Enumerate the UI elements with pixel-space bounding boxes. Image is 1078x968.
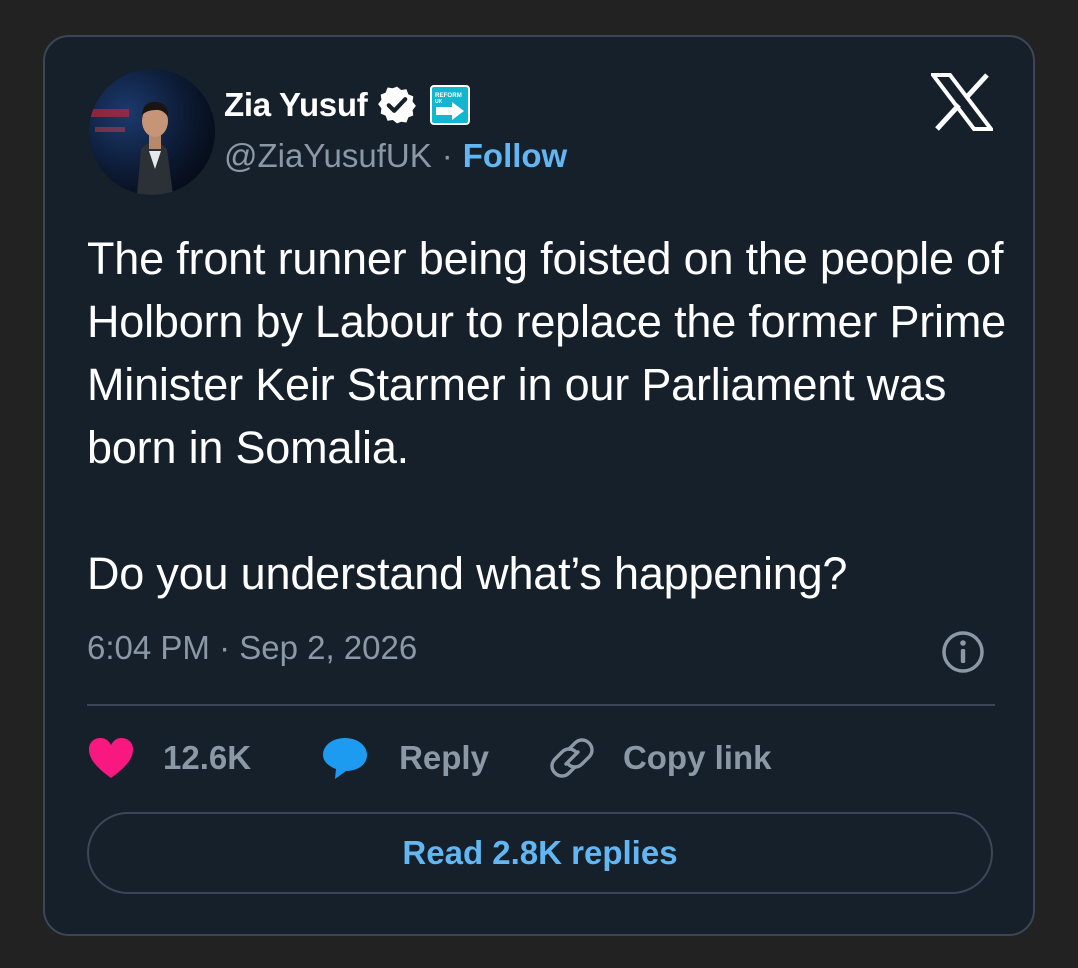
- author-name[interactable]: Zia Yusuf: [224, 86, 368, 124]
- reform-uk-badge-icon[interactable]: REFORM UK: [430, 85, 471, 125]
- author-name-row: Zia Yusuf REFORM UK: [224, 81, 471, 129]
- like-button[interactable]: 12.6K: [87, 736, 251, 780]
- author-handle[interactable]: @ZiaYusufUK: [224, 137, 432, 175]
- svg-text:REFORM: REFORM: [435, 92, 462, 99]
- tweet-embed-card: Zia Yusuf REFORM UK @ZiaYusufUK · Follow: [43, 35, 1035, 936]
- tweet-text: The front runner being foisted on the pe…: [87, 227, 1007, 605]
- separator-dot: ·: [441, 137, 453, 174]
- link-icon: [549, 735, 595, 781]
- copy-link-button[interactable]: Copy link: [549, 735, 772, 781]
- tweet-timestamp[interactable]: 6:04 PM · Sep 2, 2026: [87, 629, 417, 667]
- like-count: 12.6K: [163, 739, 252, 776]
- author-handle-row: @ZiaYusufUK · Follow: [224, 137, 567, 175]
- reply-bubble-icon: [321, 735, 369, 781]
- x-logo-icon[interactable]: [928, 73, 996, 131]
- verified-badge-icon: [376, 84, 418, 126]
- reply-button[interactable]: Reply: [321, 735, 489, 781]
- heart-icon: [87, 736, 135, 780]
- action-bar: 12.6K Reply Copy link: [87, 730, 771, 786]
- info-icon[interactable]: [940, 629, 986, 675]
- avatar-image: [89, 69, 215, 195]
- copy-link-label: Copy link: [622, 739, 772, 776]
- divider: [87, 704, 995, 706]
- tweet-paragraph-1: The front runner being foisted on the pe…: [87, 233, 1006, 473]
- read-replies-button[interactable]: Read 2.8K replies: [87, 812, 993, 894]
- reply-label: Reply: [399, 739, 489, 776]
- svg-text:UK: UK: [435, 99, 443, 105]
- follow-button[interactable]: Follow: [463, 137, 567, 175]
- tweet-paragraph-2: Do you understand what’s happening?: [87, 548, 848, 599]
- avatar[interactable]: [89, 69, 215, 195]
